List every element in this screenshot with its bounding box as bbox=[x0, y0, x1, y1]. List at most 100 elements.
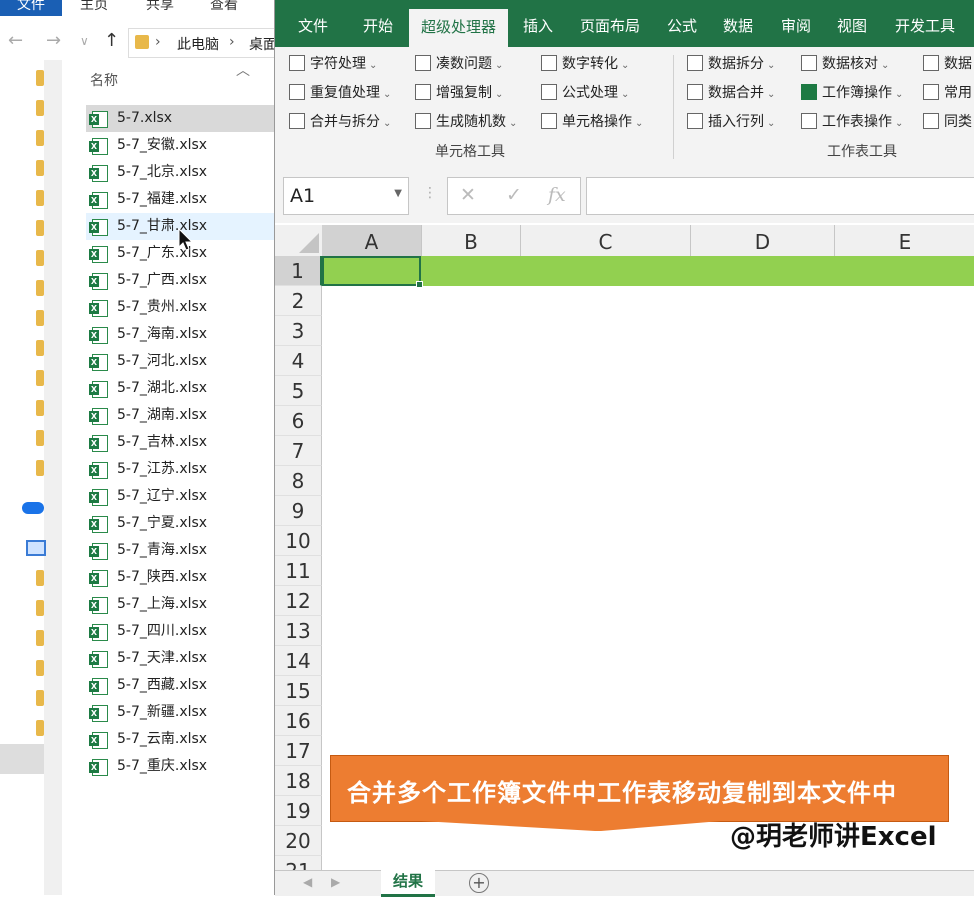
select-all-corner[interactable] bbox=[275, 225, 323, 257]
row-header[interactable]: 10 bbox=[275, 526, 322, 556]
nav-folder-icon[interactable] bbox=[36, 460, 44, 476]
workbook-operation-button[interactable]: 工作簿操作 ⌄ bbox=[801, 82, 903, 104]
nav-folder-icon[interactable] bbox=[36, 220, 44, 236]
tab-formulas[interactable]: 公式 bbox=[667, 0, 697, 47]
char-process-button[interactable]: 字符处理 ⌄ bbox=[289, 53, 377, 75]
row-header[interactable]: 13 bbox=[275, 616, 322, 646]
explorer-tab-home[interactable]: 主页 bbox=[80, 0, 108, 14]
tab-developer[interactable]: 开发工具 bbox=[895, 0, 955, 47]
file-item[interactable]: 5-7_广西.xlsx bbox=[86, 267, 290, 294]
nav-folder-icon[interactable] bbox=[36, 280, 44, 296]
file-item[interactable]: 5-7_湖南.xlsx bbox=[86, 402, 290, 429]
column-header-d[interactable]: D bbox=[691, 225, 835, 257]
forward-arrow-icon[interactable]: → bbox=[46, 30, 61, 51]
common-button[interactable]: 常用 bbox=[923, 82, 972, 104]
nav-folder-icon[interactable] bbox=[36, 660, 44, 676]
row-header[interactable]: 18 bbox=[275, 766, 322, 796]
file-item[interactable]: 5-7_新疆.xlsx bbox=[86, 699, 290, 726]
row-header[interactable]: 4 bbox=[275, 346, 322, 376]
file-item[interactable]: 5-7_安徽.xlsx bbox=[86, 132, 290, 159]
duplicate-process-button[interactable]: 重复值处理 ⌄ bbox=[289, 82, 391, 104]
sum-problem-button[interactable]: 凑数问题 ⌄ bbox=[415, 53, 503, 75]
column-header-name[interactable]: 名称 bbox=[90, 70, 118, 90]
explorer-tab-view[interactable]: 查看 bbox=[210, 0, 238, 14]
breadcrumb-this-pc[interactable]: 此电脑 bbox=[177, 34, 219, 54]
tab-super-processor[interactable]: 超级处理器 bbox=[409, 9, 509, 47]
file-item[interactable]: 5-7_河北.xlsx bbox=[86, 348, 290, 375]
sheet-tab-result[interactable]: 结果 bbox=[381, 870, 435, 897]
tab-insert[interactable]: 插入 bbox=[523, 0, 553, 47]
row-header[interactable]: 19 bbox=[275, 796, 322, 826]
file-item[interactable]: 5-7_吉林.xlsx bbox=[86, 429, 290, 456]
add-sheet-icon[interactable]: + bbox=[469, 873, 489, 893]
file-item[interactable]: 5-7_四川.xlsx bbox=[86, 618, 290, 645]
tab-page-layout[interactable]: 页面布局 bbox=[580, 0, 640, 47]
row-header[interactable]: 7 bbox=[275, 436, 322, 466]
cell-operation-button[interactable]: 单元格操作 ⌄ bbox=[541, 111, 643, 133]
file-item[interactable]: 5-7_西藏.xlsx bbox=[86, 672, 290, 699]
tab-home[interactable]: 开始 bbox=[363, 0, 393, 47]
back-arrow-icon[interactable]: ← bbox=[8, 30, 23, 51]
file-item[interactable]: 5-7_贵州.xlsx bbox=[86, 294, 290, 321]
formula-bar-grip-icon[interactable]: ⋮ bbox=[423, 185, 437, 201]
file-item[interactable]: 5-7_宁夏.xlsx bbox=[86, 510, 290, 537]
enhanced-copy-button[interactable]: 增强复制 ⌄ bbox=[415, 82, 503, 104]
nav-selected-item[interactable] bbox=[0, 744, 44, 774]
row-header[interactable]: 11 bbox=[275, 556, 322, 586]
onedrive-cloud-icon[interactable] bbox=[22, 502, 44, 514]
chevron-down-icon[interactable]: ▼ bbox=[394, 188, 402, 199]
file-item[interactable]: 5-7.xlsx bbox=[86, 105, 290, 132]
nav-folder-icon[interactable] bbox=[36, 160, 44, 176]
up-arrow-icon[interactable]: ↑ bbox=[104, 30, 119, 51]
row-header[interactable]: 9 bbox=[275, 496, 322, 526]
row-header[interactable]: 21 bbox=[275, 856, 322, 870]
row-header[interactable]: 2 bbox=[275, 286, 322, 316]
number-convert-button[interactable]: 数字转化 ⌄ bbox=[541, 53, 629, 75]
explorer-tab-file[interactable]: 文件 bbox=[0, 0, 62, 16]
nav-folder-icon[interactable] bbox=[36, 400, 44, 416]
formula-process-button[interactable]: 公式处理 ⌄ bbox=[541, 82, 629, 104]
file-item[interactable]: 5-7_海南.xlsx bbox=[86, 321, 290, 348]
scroll-left-icon[interactable]: ◀ bbox=[303, 875, 312, 889]
nav-folder-icon[interactable] bbox=[36, 310, 44, 326]
file-item[interactable]: 5-7_江苏.xlsx bbox=[86, 456, 290, 483]
same-kind-button[interactable]: 同类 bbox=[923, 111, 972, 133]
address-bar[interactable]: › 此电脑 › 桌面 bbox=[128, 28, 290, 58]
file-item[interactable]: 5-7_湖北.xlsx bbox=[86, 375, 290, 402]
breadcrumb-desktop[interactable]: 桌面 bbox=[249, 34, 277, 54]
column-header-a[interactable]: A bbox=[322, 225, 422, 258]
cancel-icon[interactable]: ✕ bbox=[460, 184, 476, 206]
nav-folder-icon[interactable] bbox=[36, 340, 44, 356]
nav-folder-icon[interactable] bbox=[36, 130, 44, 146]
merge-split-button[interactable]: 合并与拆分 ⌄ bbox=[289, 111, 391, 133]
tab-view[interactable]: 视图 bbox=[837, 0, 867, 47]
data-more-button[interactable]: 数据 bbox=[923, 53, 972, 75]
column-header-e[interactable]: E bbox=[835, 225, 974, 257]
column-header-b[interactable]: B bbox=[422, 225, 521, 257]
file-item[interactable]: 5-7_天津.xlsx bbox=[86, 645, 290, 672]
nav-folder-icon[interactable] bbox=[36, 570, 44, 586]
row-header[interactable]: 16 bbox=[275, 706, 322, 736]
nav-folder-icon[interactable] bbox=[36, 70, 44, 86]
nav-folder-icon[interactable] bbox=[36, 370, 44, 386]
nav-folder-icon[interactable] bbox=[36, 190, 44, 206]
nav-folder-icon[interactable] bbox=[36, 720, 44, 736]
insert-function-icon[interactable]: fx bbox=[548, 184, 566, 206]
row-header[interactable]: 8 bbox=[275, 466, 322, 496]
data-merge-button[interactable]: 数据合并 ⌄ bbox=[687, 82, 775, 104]
nav-folder-icon[interactable] bbox=[36, 600, 44, 616]
file-item[interactable]: 5-7_重庆.xlsx bbox=[86, 753, 290, 780]
file-item[interactable]: 5-7_云南.xlsx bbox=[86, 726, 290, 753]
insert-row-col-button[interactable]: 插入行列 ⌄ bbox=[687, 111, 775, 133]
data-check-button[interactable]: 数据核对 ⌄ bbox=[801, 53, 889, 75]
tab-file[interactable]: 文件 bbox=[298, 0, 328, 47]
file-item[interactable]: 5-7_上海.xlsx bbox=[86, 591, 290, 618]
data-split-button[interactable]: 数据拆分 ⌄ bbox=[687, 53, 775, 75]
random-number-button[interactable]: 生成随机数 ⌄ bbox=[415, 111, 517, 133]
nav-folder-icon[interactable] bbox=[36, 630, 44, 646]
this-pc-icon[interactable] bbox=[26, 540, 46, 556]
nav-folder-icon[interactable] bbox=[36, 250, 44, 266]
file-item[interactable]: 5-7_青海.xlsx bbox=[86, 537, 290, 564]
file-item[interactable]: 5-7_福建.xlsx bbox=[86, 186, 290, 213]
nav-folder-icon[interactable] bbox=[36, 430, 44, 446]
